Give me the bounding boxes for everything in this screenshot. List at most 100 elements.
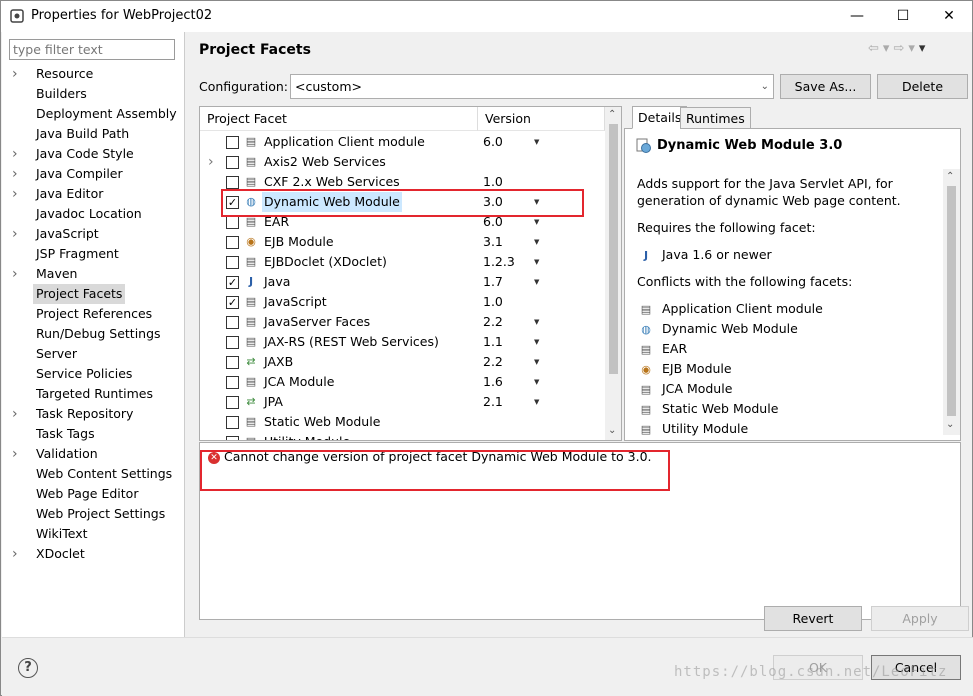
facet-row[interactable]: ▤ JavaServer Faces 2.2 ▼ [200,312,605,332]
nav-item[interactable]: Project Facets [2,284,184,304]
facet-checkbox[interactable] [226,236,239,249]
facet-row[interactable]: ✓ J Java 1.7 ▼ [200,272,605,292]
facet-version[interactable]: 2.1 [483,392,503,412]
version-dropdown-icon[interactable]: ▼ [534,132,539,152]
tab-runtimes[interactable]: Runtimes [680,107,751,129]
close-button[interactable]: ✕ [926,1,972,31]
facet-version[interactable]: 1.2.3 [483,252,515,272]
help-icon[interactable]: ? [18,658,38,678]
chevron-right-icon[interactable]: › [208,152,214,172]
version-dropdown-icon[interactable]: ▼ [534,252,539,272]
chevron-right-icon[interactable]: › [12,224,18,244]
scroll-down-icon[interactable]: ⌄ [946,419,954,430]
chevron-right-icon[interactable]: › [12,264,18,284]
facet-checkbox[interactable] [226,216,239,229]
facet-version[interactable]: 3.1 [483,232,503,252]
facet-version[interactable]: 1.7 [483,272,503,292]
filter-input[interactable]: type filter text [9,39,175,60]
facet-row[interactable]: ◉ EJB Module 3.1 ▼ [200,232,605,252]
minimize-button[interactable]: — [834,1,880,31]
facet-row[interactable]: ✓ ▤ JavaScript 1.0 [200,292,605,312]
version-dropdown-icon[interactable]: ▼ [534,392,539,412]
nav-item[interactable]: Server [2,344,184,364]
chevron-right-icon[interactable]: › [12,144,18,164]
back-arrow-icon[interactable]: ⇦ [868,41,883,56]
chevron-right-icon[interactable]: › [12,444,18,464]
facet-row[interactable]: ▤ Static Web Module [200,412,605,432]
nav-item[interactable]: Web Page Editor [2,484,184,504]
facet-checkbox[interactable] [226,256,239,269]
facet-checkbox[interactable]: ✓ [226,276,239,289]
facet-row[interactable]: ▤ JAX-RS (REST Web Services) 1.1 ▼ [200,332,605,352]
scroll-up-icon[interactable]: ⌃ [946,171,954,182]
facets-scrollbar[interactable]: ⌃ ⌄ [605,107,621,440]
nav-item[interactable]: Service Policies [2,364,184,384]
nav-item[interactable]: Task Tags [2,424,184,444]
facet-checkbox[interactable]: ✓ [226,296,239,309]
nav-item[interactable]: › Java Editor [2,184,184,204]
save-as-button[interactable]: Save As... [780,74,871,99]
scroll-up-icon[interactable]: ⌃ [608,109,616,120]
nav-item[interactable]: Web Project Settings [2,504,184,524]
apply-button[interactable]: Apply [871,606,969,631]
forward-arrow-icon[interactable]: ⇨ [893,41,908,56]
scroll-thumb[interactable] [947,186,956,416]
facet-version[interactable]: 6.0 [483,132,503,152]
facet-checkbox[interactable] [226,156,239,169]
nav-item[interactable]: › XDoclet [2,544,184,564]
chevron-right-icon[interactable]: › [12,64,18,84]
column-header-version[interactable]: Version [478,107,605,131]
maximize-button[interactable]: ☐ [880,1,926,31]
nav-item[interactable]: Deployment Assembly [2,104,184,124]
version-dropdown-icon[interactable]: ▼ [534,312,539,332]
nav-item[interactable]: Builders [2,84,184,104]
version-dropdown-icon[interactable]: ▼ [534,272,539,292]
version-dropdown-icon[interactable]: ▼ [534,232,539,252]
nav-item[interactable]: WikiText [2,524,184,544]
chevron-right-icon[interactable]: › [12,184,18,204]
facet-row[interactable]: ▤ Utility Module [200,432,605,440]
nav-item[interactable]: Web Content Settings [2,464,184,484]
facet-version[interactable]: 1.0 [483,292,503,312]
column-header-facet[interactable]: Project Facet [200,107,478,131]
facet-checkbox[interactable] [226,316,239,329]
facet-row[interactable]: ⇄ JPA 2.1 ▼ [200,392,605,412]
chevron-right-icon[interactable]: › [12,544,18,564]
scroll-down-icon[interactable]: ⌄ [608,425,616,436]
nav-item[interactable]: › Java Code Style [2,144,184,164]
facet-row[interactable]: ⇄ JAXB 2.2 ▼ [200,352,605,372]
version-dropdown-icon[interactable]: ▼ [534,332,539,352]
nav-item[interactable]: Project References [2,304,184,324]
facet-version[interactable]: 1.6 [483,372,503,392]
view-menu-icon[interactable]: ▾ [919,41,930,56]
chevron-right-icon[interactable]: › [12,164,18,184]
nav-item[interactable]: Targeted Runtimes [2,384,184,404]
facet-checkbox[interactable] [226,356,239,369]
nav-item[interactable]: › Maven [2,264,184,284]
facet-checkbox[interactable] [226,436,239,440]
facet-row[interactable]: ▤ EJBDoclet (XDoclet) 1.2.3 ▼ [200,252,605,272]
facet-row[interactable]: › ▤ Axis2 Web Services [200,152,605,172]
facet-checkbox[interactable] [226,136,239,149]
facet-checkbox[interactable] [226,416,239,429]
nav-item[interactable]: › Java Compiler [2,164,184,184]
facet-checkbox[interactable] [226,336,239,349]
chevron-right-icon[interactable]: › [12,404,18,424]
nav-item[interactable]: Run/Debug Settings [2,324,184,344]
nav-item[interactable]: › Task Repository [2,404,184,424]
facet-row[interactable]: ▤ JCA Module 1.6 ▼ [200,372,605,392]
facet-checkbox[interactable] [226,176,239,189]
nav-item[interactable]: Java Build Path [2,124,184,144]
nav-item[interactable]: › JavaScript [2,224,184,244]
scroll-thumb[interactable] [609,124,618,374]
nav-item[interactable]: JSP Fragment [2,244,184,264]
configuration-select[interactable]: <custom> ⌄ [290,74,774,99]
nav-item[interactable]: › Validation [2,444,184,464]
delete-button[interactable]: Delete [877,74,968,99]
facet-version[interactable]: 2.2 [483,312,503,332]
version-dropdown-icon[interactable]: ▼ [534,372,539,392]
facet-checkbox[interactable] [226,376,239,389]
nav-item[interactable]: Javadoc Location [2,204,184,224]
facet-version[interactable]: 1.1 [483,332,503,352]
facet-version[interactable]: 2.2 [483,352,503,372]
